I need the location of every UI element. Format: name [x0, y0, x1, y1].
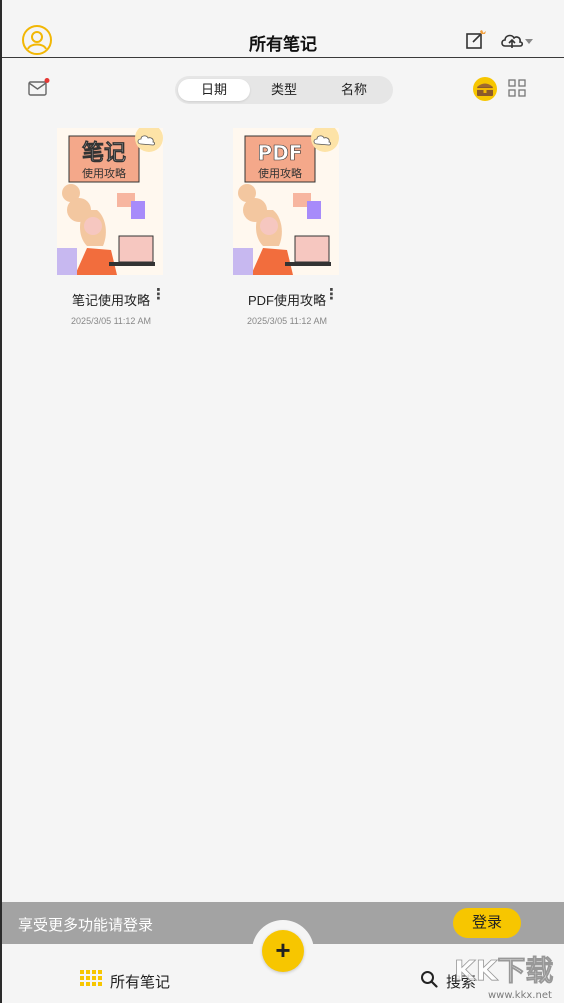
cover-illustration: PDF 使用攻略	[233, 128, 339, 275]
add-note-button[interactable]: +	[262, 930, 304, 972]
mail-icon[interactable]	[27, 78, 51, 98]
grid-view-icon[interactable]	[508, 79, 526, 97]
sort-tabs: 日期 类型 名称	[175, 76, 393, 104]
more-options-icon[interactable]: ⋮	[324, 287, 339, 302]
more-options-icon[interactable]: ⋮	[151, 287, 166, 302]
edit-vip-icon[interactable]	[465, 30, 487, 52]
cover-illustration: 笔记 使用攻略	[57, 128, 163, 275]
cloud-sync-icon[interactable]	[500, 30, 536, 52]
login-prompt: 享受更多功能请登录	[18, 917, 154, 934]
svg-text:KK下载: KK下载	[454, 954, 553, 987]
login-button[interactable]: 登录	[453, 908, 521, 938]
treasure-chest-icon[interactable]	[472, 77, 498, 101]
cover-subtitle: 使用攻略	[82, 166, 126, 180]
note-date: 2025/3/05 11:12 AM	[71, 316, 151, 326]
search-icon[interactable]	[420, 970, 438, 988]
tab-date[interactable]: 日期	[178, 79, 250, 101]
tab-name[interactable]: 名称	[318, 79, 390, 101]
cover-title: PDF	[258, 141, 303, 165]
watermark-logo: KK下载 www.kkx.net	[454, 954, 554, 1001]
note-date: 2025/3/05 11:12 AM	[247, 316, 327, 326]
note-cover[interactable]: 笔记 使用攻略	[57, 128, 163, 275]
tab-type[interactable]: 类型	[250, 79, 318, 101]
plus-icon: +	[275, 935, 291, 965]
note-cover[interactable]: PDF 使用攻略	[233, 128, 339, 275]
top-app-bar: 所有笔记	[2, 0, 564, 58]
nav-all-notes[interactable]: 所有笔记	[110, 971, 170, 992]
notification-dot	[44, 78, 50, 83]
cover-title: 笔记	[82, 140, 126, 166]
window-left-edge	[0, 0, 2, 1003]
svg-text:www.kkx.net: www.kkx.net	[488, 990, 552, 1001]
all-notes-grid-icon[interactable]	[80, 970, 102, 986]
cover-subtitle: 使用攻略	[258, 166, 302, 180]
